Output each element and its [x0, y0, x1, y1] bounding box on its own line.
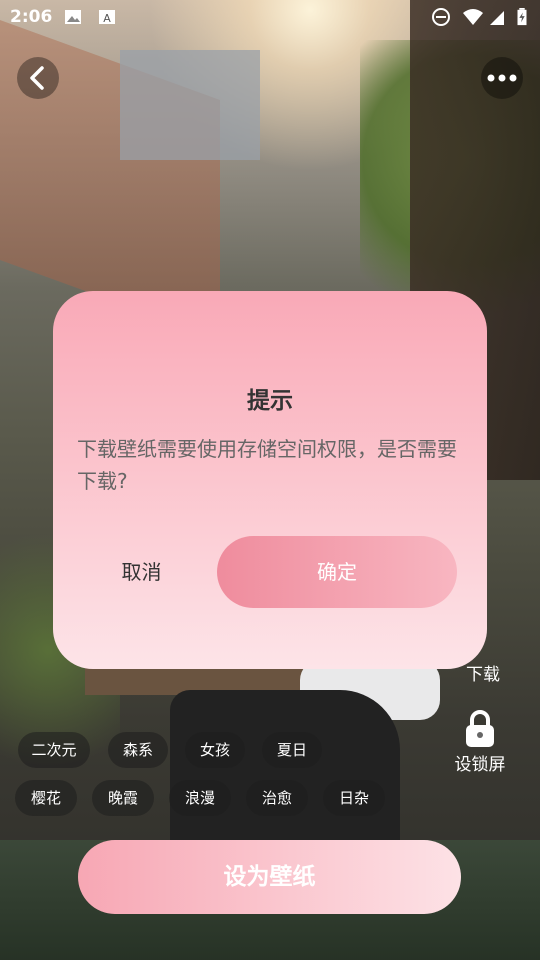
- girl-dress-scene: [170, 690, 400, 860]
- set-lockscreen-button[interactable]: 设锁屏: [450, 708, 510, 775]
- signal-icon: [490, 11, 504, 25]
- tag-chip[interactable]: 樱花: [15, 780, 77, 816]
- svg-text:A: A: [103, 12, 111, 25]
- lock-icon: [466, 710, 494, 747]
- tag-chip[interactable]: 晚霞: [92, 780, 154, 816]
- back-button[interactable]: [17, 57, 59, 99]
- text-a-icon: A: [99, 10, 115, 25]
- wifi-icon: [463, 9, 483, 25]
- tag-chip[interactable]: 森系: [108, 732, 168, 768]
- tag-chip[interactable]: 浪漫: [169, 780, 231, 816]
- cancel-button[interactable]: 取消: [93, 536, 190, 608]
- tag-chip[interactable]: 治愈: [246, 780, 308, 816]
- house-scene: [120, 50, 260, 160]
- more-button[interactable]: [481, 57, 523, 99]
- tag-chip[interactable]: 二次元: [18, 732, 90, 768]
- chevron-left-icon: [30, 66, 44, 90]
- confirm-button[interactable]: 确定: [217, 536, 457, 608]
- permission-dialog: 提示 下载壁纸需要使用存储空间权限，是否需要下载? 取消 确定: [53, 291, 487, 669]
- dialog-message: 下载壁纸需要使用存储空间权限，是否需要下载?: [77, 437, 457, 493]
- dialog-title: 提示: [247, 388, 293, 414]
- do-not-disturb-icon: [432, 8, 450, 26]
- more-dots-icon: [487, 74, 517, 82]
- gallery-icon: [65, 10, 81, 24]
- tag-chip[interactable]: 夏日: [262, 732, 322, 768]
- lockscreen-label: 设锁屏: [454, 755, 506, 775]
- status-time: 2:06: [10, 7, 53, 27]
- set-wallpaper-button[interactable]: 设为壁纸: [78, 840, 461, 914]
- status-bar: 2:06 A: [0, 0, 540, 36]
- download-label: 下载: [466, 665, 500, 685]
- tag-chip[interactable]: 日杂: [323, 780, 385, 816]
- battery-charging-icon: [517, 8, 527, 26]
- tag-chip[interactable]: 女孩: [185, 732, 245, 768]
